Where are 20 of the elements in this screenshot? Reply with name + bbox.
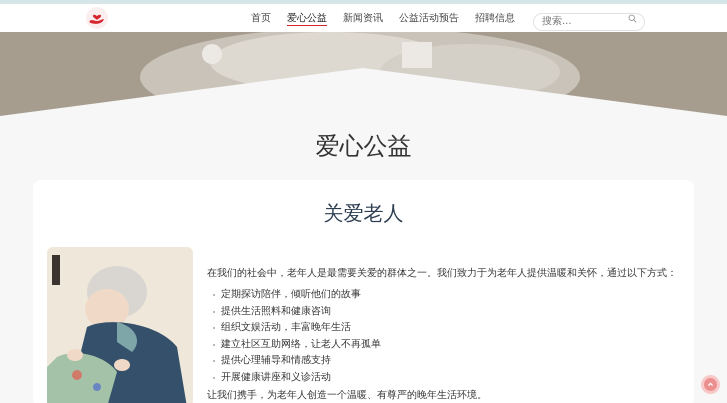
- nav-link[interactable]: 招聘信息: [475, 10, 515, 26]
- card-title: 关爱老人: [322, 200, 404, 227]
- list-item: 组织文娱活动，丰富晚年生活: [213, 320, 677, 336]
- list-item: 建立社区互助网络，让老人不再孤单: [213, 336, 677, 353]
- search-icon[interactable]: [628, 14, 637, 22]
- list-item: 提供生活照料和健康咨询: [213, 304, 677, 320]
- search-field[interactable]: 搜索...: [533, 12, 645, 30]
- page-title: 爱心公益: [314, 131, 412, 162]
- nav-link[interactable]: 爱心公益: [287, 10, 327, 26]
- nav-link[interactable]: 首页: [251, 10, 271, 26]
- list-item: 提供心理辅导和情感支持: [213, 353, 677, 370]
- nav-link[interactable]: 公益活动预告: [399, 10, 459, 26]
- heart-hand-logo-icon[interactable]: [86, 7, 108, 29]
- caret-up-icon: [707, 381, 714, 388]
- list-item: 定期探访陪伴，倾听他们的故事: [213, 287, 677, 304]
- nav-link[interactable]: 新闻资讯: [343, 10, 383, 26]
- closing-text: 让我们携手，为老年人创造一个温暖、有尊严的晚年生活环境。: [207, 389, 488, 403]
- intro-text: 在我们的社会中，老年人是最需要关爱的群体之一。我们致力于为老年人提供温暖和关怀，通过以下方式：: [207, 267, 677, 281]
- back-to-top-button[interactable]: [701, 375, 720, 394]
- list-item: 开展健康讲座和义诊活动: [213, 370, 677, 386]
